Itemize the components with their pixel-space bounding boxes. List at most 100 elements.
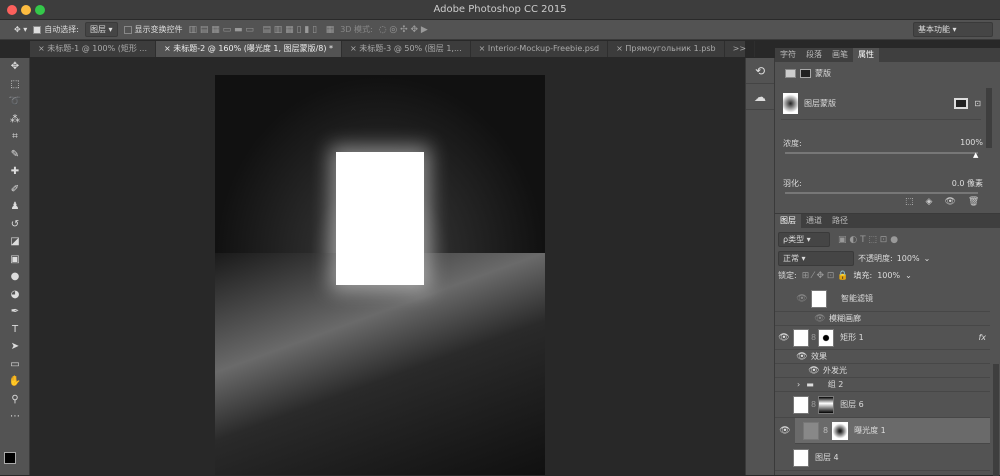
layer-filter-icons[interactable]: ▣ ◐ T ⬚ ⊡ ●	[838, 235, 898, 245]
magic-wand-tool-icon[interactable]: ⁂	[0, 111, 30, 129]
properties-scrollbar[interactable]	[986, 88, 992, 148]
3d-tools-icons[interactable]: ◌ ◎ ✣ ✥ ▶	[379, 25, 428, 35]
move-tool-icon[interactable]: ✥ ▾	[14, 25, 27, 34]
gradient-tool-icon[interactable]: ▣	[0, 251, 30, 269]
close-window-button[interactable]	[7, 5, 17, 15]
adjustment-icon[interactable]	[785, 69, 796, 78]
layer-thumbnail	[793, 395, 809, 414]
move-tool-icon[interactable]: ✥	[0, 58, 30, 76]
libraries-panel-icon[interactable]: ☁	[746, 84, 774, 110]
load-selection-icon[interactable]: ⬚	[905, 197, 914, 207]
tab-doc-1[interactable]: × 未标题-1 @ 100% (矩形 ...	[30, 41, 157, 57]
tab-doc-2[interactable]: × 未标题-2 @ 160% (曝光度 1, 图层蒙版/8) *	[156, 41, 343, 57]
tab-paragraph[interactable]: 段落	[801, 48, 827, 62]
history-brush-tool-icon[interactable]: ↺	[0, 216, 30, 234]
minimize-window-button[interactable]	[21, 5, 31, 15]
brush-tool-icon[interactable]: ✐	[0, 181, 30, 199]
layer-row[interactable]: 👁 模糊画廊	[775, 312, 990, 326]
layer-thumbnail	[793, 328, 809, 347]
mask-type-label: 图层蒙版	[804, 99, 836, 108]
pen-tool-icon[interactable]: ✒	[0, 303, 30, 321]
tab-channels[interactable]: 通道	[801, 214, 827, 228]
fx-icon[interactable]: fx	[978, 333, 986, 342]
layer-thumbnail	[793, 448, 809, 467]
auto-select-label: 自动选择:	[44, 25, 79, 34]
layer-mask-thumbnail	[832, 421, 849, 440]
tab-layers[interactable]: 图层	[775, 214, 801, 228]
fill-field[interactable]: 100%	[877, 271, 900, 280]
zoom-tool-icon[interactable]: ⚲	[0, 391, 30, 409]
eyedropper-tool-icon[interactable]: ✎	[0, 146, 30, 164]
dodge-tool-icon[interactable]: ◕	[0, 286, 30, 304]
density-slider[interactable]	[785, 152, 978, 154]
layer-row[interactable]: 👁 智能滤镜	[775, 286, 990, 312]
hand-tool-icon[interactable]: ✋	[0, 373, 30, 391]
select-pixel-mask-button[interactable]	[954, 98, 969, 109]
maximize-window-button[interactable]	[35, 5, 45, 15]
tab-properties[interactable]: 属性	[853, 48, 879, 62]
align-icons[interactable]: ▥ ▤ ▦ ▭ ▬ ▭ ▤ ▥ ▦ ▯ ▮ ▯ ▦	[189, 25, 335, 35]
feather-label: 羽化:	[783, 179, 802, 188]
options-bar: ✥ ▾ 自动选择: 图层 ▾ 显示变换控件 ▥ ▤ ▦ ▭ ▬ ▭ ▤ ▥ ▦ …	[0, 20, 1000, 40]
crop-tool-icon[interactable]: ⌗	[0, 128, 30, 146]
layer-row[interactable]: 8 图层 6	[775, 392, 990, 418]
type-tool-icon[interactable]: T	[0, 321, 30, 339]
auto-select-checkbox[interactable]: 自动选择:	[33, 24, 79, 35]
foreground-color-swatch[interactable]	[4, 452, 16, 464]
tabs-overflow-button[interactable]: >>	[725, 41, 756, 57]
tab-doc-4[interactable]: × Interior-Mockup-Freebie.psd	[471, 41, 609, 57]
canvas-glowing-door	[336, 152, 424, 285]
marquee-tool-icon[interactable]: ⬚	[0, 76, 30, 94]
mask-icon[interactable]	[800, 69, 811, 78]
history-panel-icon[interactable]: ⟲	[746, 58, 774, 84]
show-transform-checkbox[interactable]: 显示变换控件	[123, 24, 183, 35]
blur-tool-icon[interactable]: ●	[0, 268, 30, 286]
document-canvas[interactable]	[215, 75, 545, 475]
expand-group-icon[interactable]: ›	[797, 380, 800, 389]
opacity-label: 不透明度:	[858, 254, 893, 263]
layer-row-selected[interactable]: 8 曝光度 1	[795, 418, 990, 444]
density-value[interactable]: 100%	[960, 138, 983, 149]
path-select-tool-icon[interactable]: ➤	[0, 338, 30, 356]
panel-dock: ⟲ ☁	[745, 58, 775, 475]
workspace-dropdown[interactable]: 基本功能 ▾	[913, 22, 993, 37]
lasso-tool-icon[interactable]: ➰	[0, 93, 30, 111]
auto-select-dropdown[interactable]: 图层 ▾	[84, 22, 118, 37]
stamp-tool-icon[interactable]: ♟	[0, 198, 30, 216]
layer-filter-dropdown[interactable]: ρ类型 ▾	[778, 232, 830, 247]
adjustment-layer-icon	[803, 421, 819, 440]
tab-brush[interactable]: 画笔	[827, 48, 853, 62]
layer-row[interactable]: › ▬ 组 2	[775, 378, 990, 392]
layer-row[interactable]: 👁 8 矩形 1 fx	[775, 326, 990, 350]
opacity-field[interactable]: 100%	[897, 254, 920, 263]
layer-row[interactable]: 👁 外发光	[775, 364, 990, 378]
healing-tool-icon[interactable]: ✚	[0, 163, 30, 181]
show-transform-label: 显示变换控件	[134, 25, 183, 34]
more-tools-icon[interactable]: ⋯	[0, 408, 30, 426]
feather-slider[interactable]	[785, 192, 978, 194]
lock-icons[interactable]: ⊞ ⁄ ✥ ⊡ 🔒	[802, 271, 849, 281]
delete-mask-icon[interactable]: 🗑	[968, 197, 979, 207]
layers-scrollbar[interactable]	[993, 364, 999, 476]
tab-paths[interactable]: 路径	[827, 214, 853, 228]
fill-label: 填充:	[853, 271, 873, 280]
tools-panel: ✥ ⬚ ➰ ⁂ ⌗ ✎ ✚ ✐ ♟ ↺ ◪ ▣ ● ◕ ✒ T ➤ ▭ ✋ ⚲ …	[0, 58, 30, 475]
eraser-tool-icon[interactable]: ◪	[0, 233, 30, 251]
layer-row[interactable]: 👁 效果	[775, 350, 990, 364]
density-slider-handle[interactable]: ▲	[973, 151, 978, 159]
add-vector-mask-button[interactable]: ⊡	[974, 99, 981, 108]
layer-row[interactable]: 图层 4	[775, 445, 990, 471]
tab-doc-5[interactable]: × Прямоугольник 1.psb	[608, 41, 725, 57]
rectangle-tool-icon[interactable]: ▭	[0, 356, 30, 374]
layer-mask-thumbnail	[818, 395, 835, 414]
mask-thumbnail	[783, 93, 798, 114]
tab-doc-3[interactable]: × 未标题-3 @ 50% (图层 1,...	[342, 41, 471, 57]
blend-mode-dropdown[interactable]: 正常 ▾	[778, 251, 854, 266]
toggle-mask-visibility-icon[interactable]: 👁	[944, 197, 955, 207]
layer-mask-thumbnail	[818, 328, 835, 347]
tab-character[interactable]: 字符	[775, 48, 801, 62]
feather-value[interactable]: 0.0 像素	[952, 178, 983, 189]
document-tabs: × 未标题-1 @ 100% (矩形 ... × 未标题-2 @ 160% (曝…	[30, 41, 756, 57]
apply-mask-icon[interactable]: ◈	[926, 197, 933, 207]
visibility-icon[interactable]: 👁	[776, 426, 794, 436]
